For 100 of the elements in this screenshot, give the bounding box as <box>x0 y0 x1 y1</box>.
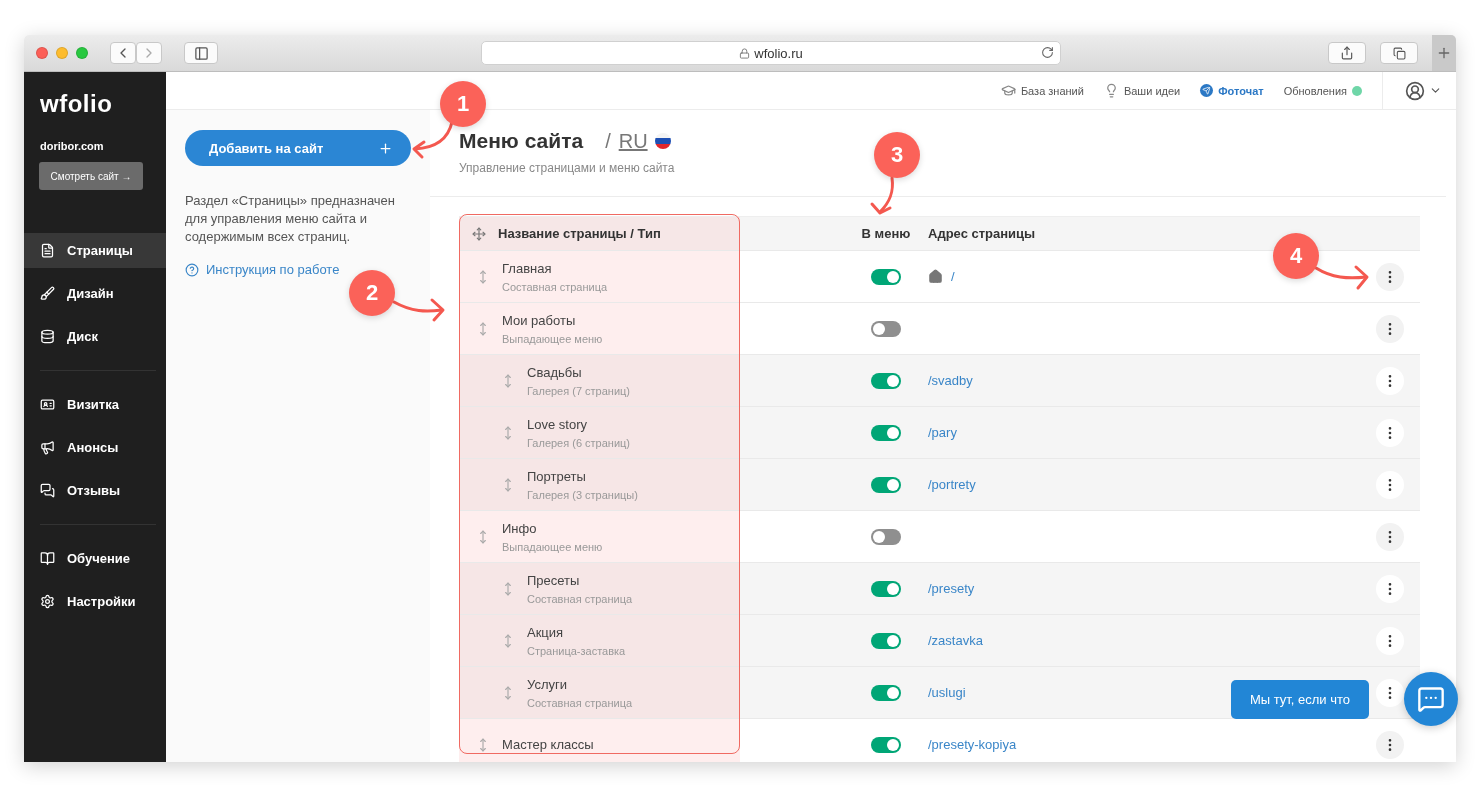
column-header: В меню <box>861 226 911 241</box>
column-header: Адрес страницы <box>927 226 1037 241</box>
page-type: Галерея (3 страницы) <box>527 488 638 501</box>
page-title: Мастер классы <box>502 737 594 752</box>
page-address-link[interactable]: /uslugi <box>928 685 966 700</box>
url-text: wfolio.ru <box>754 45 803 61</box>
sidebar-item[interactable]: Дизайн <box>24 276 166 311</box>
menu-toggle[interactable] <box>871 320 901 337</box>
menu-toggle[interactable] <box>871 684 901 701</box>
view-site-button[interactable]: Смотреть сайт → <box>39 162 143 190</box>
megaphone-icon <box>40 440 55 455</box>
brush-icon <box>40 286 55 301</box>
top-nav-link[interactable]: Ваши идеи <box>1103 83 1181 98</box>
top-nav-link[interactable]: Обновления <box>1283 84 1362 97</box>
sidebar-toggle-button[interactable] <box>184 42 218 64</box>
menu-toggle[interactable] <box>871 580 901 597</box>
database-icon <box>40 329 55 344</box>
page-address-link[interactable]: /presety <box>928 581 975 596</box>
link-label: Фоточат <box>1218 84 1264 97</box>
page-address-link[interactable]: /presety-kopiya <box>928 737 1017 752</box>
page-type: Составная страница <box>527 592 633 605</box>
link-label: Обновления <box>1283 84 1347 97</box>
address-bar[interactable]: wfolio.ru <box>481 41 1061 65</box>
menu-toggle[interactable] <box>871 424 901 441</box>
more-options-button[interactable] <box>1376 522 1404 551</box>
page-title: Пресеты <box>527 572 581 588</box>
move-icon <box>472 226 486 241</box>
user-icon <box>1405 80 1425 101</box>
close-icon[interactable] <box>36 47 48 59</box>
page-title: Портреты <box>527 468 587 484</box>
column-header: Название страницы / Тип <box>498 226 661 241</box>
sidebar-item[interactable]: Диск <box>24 319 166 354</box>
sidebar-panel-icon <box>193 45 209 61</box>
new-tab-button[interactable] <box>1432 35 1456 71</box>
settings-icon <box>40 594 55 609</box>
logo: wfolio <box>39 89 114 118</box>
page-title: Главная <box>502 260 553 276</box>
page-type: Выпадающее меню <box>502 332 603 345</box>
sidebar-item[interactable]: Страницы <box>24 233 166 268</box>
link-label: Ваши идеи <box>1123 84 1181 97</box>
id-card-icon <box>40 397 55 412</box>
more-options-button[interactable] <box>1376 418 1404 447</box>
nav-label: Обучение <box>67 551 131 566</box>
page-title: Инфо <box>502 520 538 536</box>
more-options-button[interactable] <box>1376 574 1404 603</box>
page-type: Составная страница <box>502 280 608 293</box>
menu-toggle[interactable] <box>871 476 901 493</box>
nav-label: Диск <box>67 329 98 344</box>
more-options-button[interactable] <box>1376 314 1404 343</box>
more-options-button[interactable] <box>1376 366 1404 395</box>
sidebar-item[interactable]: Настройки <box>40 584 156 619</box>
tabs-button[interactable] <box>1380 42 1418 64</box>
menu-toggle[interactable] <box>871 372 901 389</box>
help-icon <box>185 262 199 277</box>
sidebar-item[interactable]: Обучение <box>40 541 156 576</box>
page-title: Услуги <box>527 676 568 692</box>
more-options-button[interactable] <box>1376 262 1404 291</box>
reload-icon[interactable] <box>1041 46 1054 59</box>
link-label: База знаний <box>1020 84 1084 97</box>
back-button[interactable] <box>110 42 136 64</box>
page-address-link[interactable]: /pary <box>928 425 957 440</box>
page-address-link[interactable]: /svadby <box>928 373 973 388</box>
page-subtitle: Управление страницами и меню сайта <box>459 161 676 175</box>
add-to-site-button[interactable]: Добавить на сайт <box>185 130 411 166</box>
language-link[interactable]: RU <box>618 129 648 153</box>
sidebar-item[interactable]: Отзывы <box>40 473 156 508</box>
book-icon <box>40 551 55 566</box>
sidebar-item[interactable]: Визитка <box>40 387 156 422</box>
share-button[interactable] <box>1328 42 1366 64</box>
more-options-button[interactable] <box>1376 730 1404 759</box>
page-type: Галерея (7 страниц) <box>527 384 631 397</box>
flag-icon <box>653 132 672 150</box>
plus-icon <box>1436 45 1452 61</box>
more-options-button[interactable] <box>1376 626 1404 655</box>
page-title: Свадьбы <box>527 364 583 380</box>
chat-bubble-icon <box>1417 685 1445 713</box>
chat-prompt-tooltip[interactable]: Мы тут, если что <box>1231 680 1369 719</box>
page-address-link[interactable]: / <box>951 269 955 284</box>
page-type: Выпадающее меню <box>502 540 603 553</box>
menu-toggle[interactable] <box>871 632 901 649</box>
sidebar-item[interactable]: Анонсы <box>40 430 156 465</box>
minimize-icon[interactable] <box>56 47 68 59</box>
forward-button[interactable] <box>136 42 162 64</box>
menu-toggle[interactable] <box>871 268 901 285</box>
page-type: Галерея (6 страниц) <box>527 436 631 449</box>
page-address-link[interactable]: /zastavka <box>928 633 983 648</box>
page-address-link[interactable]: /portrety <box>928 477 976 492</box>
more-options-button[interactable] <box>1376 470 1404 499</box>
top-nav-link[interactable]: База знаний <box>1000 83 1084 98</box>
menu-toggle[interactable] <box>871 736 901 753</box>
share-icon <box>1340 46 1354 60</box>
menu-toggle[interactable] <box>871 528 901 545</box>
nav-label: Страницы <box>67 243 133 258</box>
nav-label: Визитка <box>67 397 119 412</box>
chat-bubbles-icon <box>40 483 55 498</box>
page-type: Составная страница <box>527 696 633 709</box>
more-options-button[interactable] <box>1376 678 1404 707</box>
top-nav-link[interactable]: Фоточат <box>1200 84 1264 97</box>
status-dot <box>1352 85 1362 96</box>
zoom-icon[interactable] <box>76 47 88 59</box>
